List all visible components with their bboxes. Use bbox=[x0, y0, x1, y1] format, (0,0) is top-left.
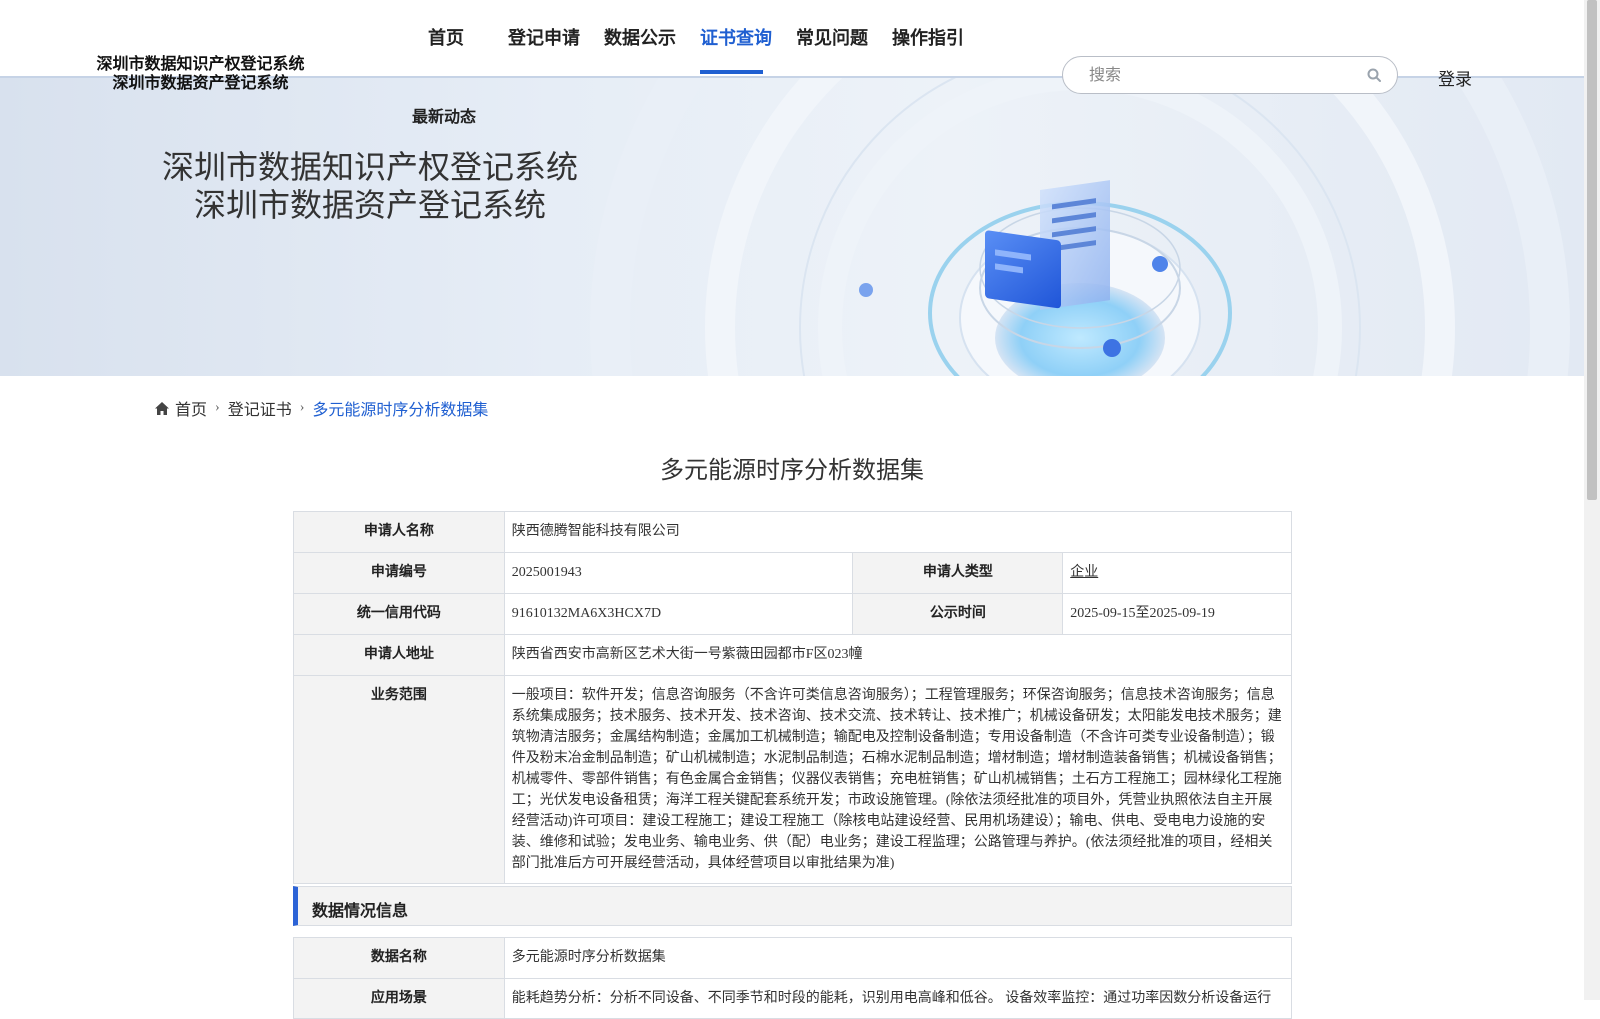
page-scrollbar[interactable] bbox=[1584, 0, 1600, 1000]
breadcrumb: 首页 › 登记证书 › 多元能源时序分析数据集 bbox=[155, 396, 488, 420]
applicant-address-label: 申请人地址 bbox=[293, 634, 505, 676]
login-link[interactable]: 登录 bbox=[1438, 65, 1472, 90]
nav-latest-news[interactable]: 最新动态 bbox=[412, 103, 476, 127]
applicant-name-label: 申请人名称 bbox=[293, 511, 505, 553]
breadcrumb-current[interactable]: 多元能源时序分析数据集 bbox=[312, 396, 488, 420]
business-scope-label: 业务范围 bbox=[293, 675, 505, 884]
business-scope-value: 一般项目：软件开发；信息咨询服务（不含许可类信息咨询服务）；工程管理服务；环保咨… bbox=[503, 675, 1293, 884]
page-title: 多元能源时序分析数据集 bbox=[660, 458, 924, 484]
application-no-label: 申请编号 bbox=[293, 552, 505, 594]
breadcrumb-certificates[interactable]: 登记证书 bbox=[228, 396, 292, 420]
home-icon[interactable] bbox=[155, 401, 169, 415]
search-box bbox=[1062, 56, 1398, 95]
logo-line-2: 深圳市数据资产登记系统 bbox=[112, 75, 289, 92]
banner-illustration bbox=[590, 78, 1570, 376]
nav-certificate-query[interactable]: 证书查询 bbox=[700, 24, 772, 50]
application-scene-label: 应用场景 bbox=[293, 978, 505, 1019]
table-row: 申请人地址 陕西省西安市高新区艺术大街一号紫薇田园都市F区023幢 bbox=[293, 634, 1293, 676]
applicant-type-value: 企业 bbox=[1062, 552, 1292, 594]
active-nav-indicator bbox=[700, 70, 763, 74]
nav-register-apply[interactable]: 登记申请 bbox=[508, 24, 580, 50]
nav-guide[interactable]: 操作指引 bbox=[892, 24, 964, 50]
search-input[interactable] bbox=[1087, 57, 1361, 95]
data-name-value: 多元能源时序分析数据集 bbox=[503, 937, 1293, 979]
table-row: 申请人名称 陕西德腾智能科技有限公司 bbox=[293, 511, 1293, 553]
nav-data-public[interactable]: 数据公示 bbox=[604, 24, 676, 50]
section-title: 数据情况信息 bbox=[312, 903, 409, 920]
banner-title: 深圳市数据知识产权登记系统 深圳市数据资产登记系统 bbox=[150, 148, 590, 224]
logo-line-1: 深圳市数据知识产权登记系统 bbox=[96, 56, 305, 73]
table-row: 统一信用代码 91610132MA6X3HCX7D 公示时间 2025-09-1… bbox=[293, 593, 1292, 635]
table-row: 业务范围 一般项目：软件开发；信息咨询服务（不含许可类信息咨询服务）；工程管理服… bbox=[293, 675, 1293, 884]
banner-title-line-2: 深圳市数据资产登记系统 bbox=[193, 187, 546, 223]
applicant-name-value: 陕西德腾智能科技有限公司 bbox=[503, 511, 1293, 553]
breadcrumb-home[interactable]: 首页 bbox=[175, 396, 207, 420]
publicity-time-label: 公示时间 bbox=[852, 593, 1064, 635]
nav-home[interactable]: 首页 bbox=[428, 24, 464, 50]
application-no-value: 2025001943 bbox=[503, 552, 854, 594]
chevron-right-icon: › bbox=[299, 400, 305, 415]
applicant-type-label: 申请人类型 bbox=[852, 552, 1064, 594]
search-icon[interactable] bbox=[1367, 68, 1381, 82]
banner-title-line-1: 深圳市数据知识产权登记系统 bbox=[161, 149, 578, 185]
chevron-right-icon: › bbox=[215, 400, 220, 415]
data-info-section-header: 数据情况信息 bbox=[293, 886, 1292, 926]
credit-code-value: 91610132MA6X3HCX7D bbox=[503, 593, 854, 635]
application-scene-value: 能耗趋势分析：分析不同设备、不同季节和时段的能耗，识别用电高峰和低谷。 设备效率… bbox=[503, 978, 1293, 1019]
applicant-info-table: 申请人名称 陕西德腾智能科技有限公司 申请编号 2025001943 申请人类型… bbox=[293, 511, 1293, 884]
scrollbar-thumb[interactable] bbox=[1587, 0, 1597, 500]
credit-code-label: 统一信用代码 bbox=[293, 593, 505, 635]
site-logo[interactable]: 深圳市数据知识产权登记系统 深圳市数据资产登记系统 bbox=[88, 55, 313, 93]
table-row: 申请编号 2025001943 申请人类型 企业 bbox=[293, 552, 1292, 594]
publicity-time-value: 2025-09-15至2025-09-19 bbox=[1062, 593, 1292, 635]
table-row: 应用场景 能耗趋势分析：分析不同设备、不同季节和时段的能耗，识别用电高峰和低谷。… bbox=[293, 978, 1293, 1019]
data-info-table: 数据名称 多元能源时序分析数据集 应用场景 能耗趋势分析：分析不同设备、不同季节… bbox=[293, 937, 1293, 1019]
nav-faq[interactable]: 常见问题 bbox=[796, 24, 868, 50]
table-row: 数据名称 多元能源时序分析数据集 bbox=[293, 937, 1293, 979]
hero-banner: 深圳市数据知识产权登记系统 深圳市数据资产登记系统 bbox=[0, 78, 1584, 376]
applicant-address-value: 陕西省西安市高新区艺术大街一号紫薇田园都市F区023幢 bbox=[503, 634, 1293, 676]
data-name-label: 数据名称 bbox=[293, 937, 505, 979]
